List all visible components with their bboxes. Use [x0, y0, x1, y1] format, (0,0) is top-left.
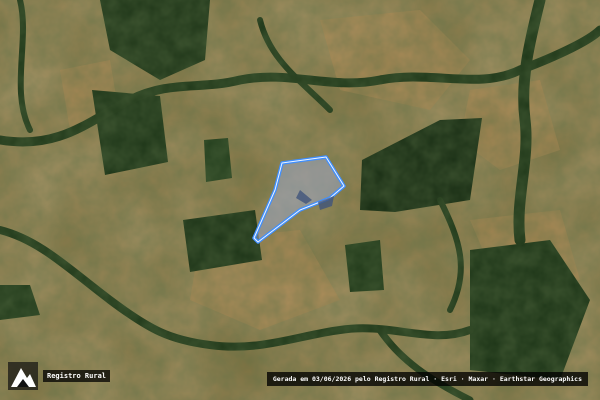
satellite-map[interactable]: Registro Rural Gerada em 03/06/2026 pelo… [0, 0, 600, 400]
map-attribution: Gerada em 03/06/2026 pelo Registro Rural… [266, 372, 588, 386]
logo-label: Registro Rural [43, 370, 111, 382]
mountain-logo-icon [8, 362, 38, 390]
registro-rural-logo: Registro Rural [8, 362, 111, 390]
satellite-imagery [0, 0, 600, 400]
